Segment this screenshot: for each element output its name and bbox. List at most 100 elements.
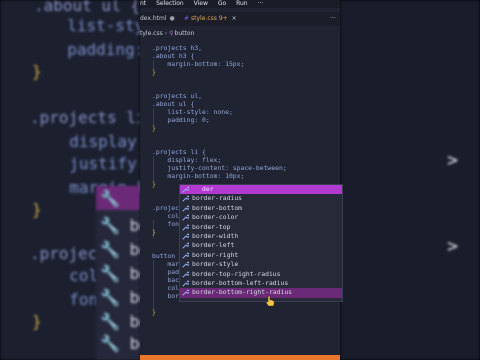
tab-label: style.css — [191, 15, 217, 22]
suggestion-label: border-left — [192, 241, 235, 250]
chevron-right-icon: › — [164, 30, 168, 37]
suggestion-item[interactable]: border-width — [180, 232, 342, 241]
code-line: margin-bottom: 10px; — [152, 172, 245, 180]
breadcrumb: tyle.css › ⚲button — [140, 30, 340, 38]
wrench-icon — [182, 186, 189, 193]
code-line: bac — [152, 276, 179, 284]
bg-line: } — [32, 312, 42, 331]
bg-line: .about ul { — [34, 0, 140, 15]
suggestion-label: border-style — [192, 260, 239, 269]
bg-line: justify-co — [69, 154, 140, 173]
bg-wrench-icon: 🔧 — [100, 189, 120, 208]
suggestion-item[interactable]: border-style — [180, 260, 342, 269]
tab-more-icon[interactable]: ··· — [330, 12, 336, 26]
bg-line: } — [32, 200, 42, 219]
breadcrumb-file[interactable]: tyle.css — [140, 30, 163, 37]
wrench-icon — [182, 289, 189, 297]
code-line: } — [152, 124, 156, 132]
menu-more[interactable]: ··· — [258, 0, 264, 8]
wrench-icon — [182, 242, 189, 250]
suggestion-item[interactable]: border-bottom — [180, 204, 342, 213]
code-line: .about ul { — [152, 100, 195, 108]
wrench-icon — [182, 214, 189, 221]
menu-item-view[interactable]: View — [194, 0, 208, 8]
bg-line: display: — [50, 132, 140, 151]
code-line: .projects ul, — [152, 92, 203, 100]
status-bar — [140, 355, 340, 360]
wrench-icon — [182, 280, 189, 287]
tab-style-css[interactable]: # style.css 9+ × — [184, 12, 237, 26]
suggestion-item[interactable]: border-top — [180, 223, 342, 232]
code-line: justify-content: space-between; — [152, 164, 287, 172]
wrench-icon — [182, 252, 189, 259]
suggestion-label: border-radius — [192, 194, 243, 203]
wrench-icon — [182, 205, 189, 212]
code-line: } — [152, 180, 156, 188]
code-line: .projec — [152, 204, 179, 212]
suggestion-item[interactable]: border-bottom-left-radius — [180, 279, 342, 288]
unsaved-dot-icon: ● — [169, 15, 175, 22]
bg-line: .projects li — [30, 108, 140, 127]
wrench-icon — [182, 271, 189, 278]
css-file-icon: # — [184, 15, 190, 22]
menu-item-go[interactable]: Go — [218, 0, 226, 8]
suggestion-item[interactable]: border-left — [180, 241, 342, 250]
bg-chevron-icon: > — [447, 150, 458, 171]
menu-bar: nt Selection View Go Run ··· — [140, 0, 340, 8]
problems-count: 9+ — [218, 15, 228, 22]
code-line: .projects li { — [152, 148, 206, 156]
code-line: margin-bottom: 15px; — [152, 60, 244, 68]
code-line: .about h3 { — [152, 52, 195, 60]
menu-item-run[interactable]: Run — [236, 0, 248, 8]
code-editor: nt Selection View Go Run ··· dex.html ● #… — [140, 0, 340, 360]
suggestion-item[interactable]: border-right — [180, 251, 342, 260]
suggestion-label: border-color — [192, 213, 239, 222]
code-line: col — [152, 212, 179, 220]
code-line: } — [152, 308, 156, 316]
suggestion-label: border-width — [192, 232, 239, 240]
code-line: bor — [152, 292, 179, 300]
wrench-icon — [182, 261, 189, 268]
suggestion-item[interactable]: border-top-right-radius — [180, 270, 342, 279]
code-line: fon — [152, 220, 179, 228]
breadcrumb-symbol[interactable]: button — [175, 30, 195, 37]
pointer-hand-icon — [265, 295, 275, 307]
symbol-icon: ⚲ — [169, 30, 174, 37]
suggestion-label: border-bottom — [192, 203, 243, 212]
suggestion-label: border-top-right-radius — [192, 269, 281, 278]
code-line: } — [152, 68, 156, 76]
wrench-icon — [182, 233, 189, 240]
background-suggest-popup: 🔧 🔧 bo 🔧 bo 🔧 bo 🔧 bo 🔧 bo 🔧 bo — [96, 186, 149, 360]
wrench-icon — [182, 195, 189, 203]
suggestion-label: border-bottom-right-radius — [192, 288, 293, 297]
suggestion-item-highlighted[interactable]: border-bottom-right-radius — [180, 288, 342, 298]
menu-item[interactable]: nt — [140, 0, 146, 8]
background-right: > > — [340, 0, 480, 360]
bg-line: } — [32, 62, 42, 81]
bg-line: list-sty — [48, 16, 140, 35]
suggestion-label: border-right — [192, 250, 239, 259]
tab-bar: dex.html ● # style.css 9+ × ··· — [140, 12, 340, 26]
code-line: display: flex; — [152, 156, 222, 164]
suggestion-item[interactable]: border-color — [180, 213, 342, 222]
close-icon[interactable]: × — [232, 15, 237, 22]
bg-chevron-icon: > — [447, 236, 458, 257]
suggestion-label: border-top — [192, 222, 231, 231]
wrench-icon — [182, 224, 189, 231]
menu-item-selection[interactable]: Selection — [156, 0, 184, 8]
suggestion-label: border-bottom-left-radius — [192, 279, 289, 287]
suggestion-item[interactable]: der — [180, 185, 342, 195]
autocomplete-popup: der border-radius border-bottom border-c… — [179, 184, 343, 302]
code-line: list-style: none; — [152, 108, 233, 116]
tab-index-html[interactable]: dex.html ● — [140, 12, 175, 26]
code-line: } — [152, 228, 156, 236]
tab-label: dex.html — [140, 15, 167, 22]
code-line: button — [152, 252, 176, 260]
bg-line: fon — [50, 290, 99, 309]
suggestion-label: der — [202, 185, 214, 193]
code-line: .projects h3, — [152, 44, 203, 52]
bg-line: padding: — [48, 40, 140, 59]
code-line-text: margin-bottom: 15px; — [152, 60, 245, 68]
suggestion-item[interactable]: border-radius — [180, 194, 342, 203]
code-line: padding: 0; — [152, 116, 210, 124]
